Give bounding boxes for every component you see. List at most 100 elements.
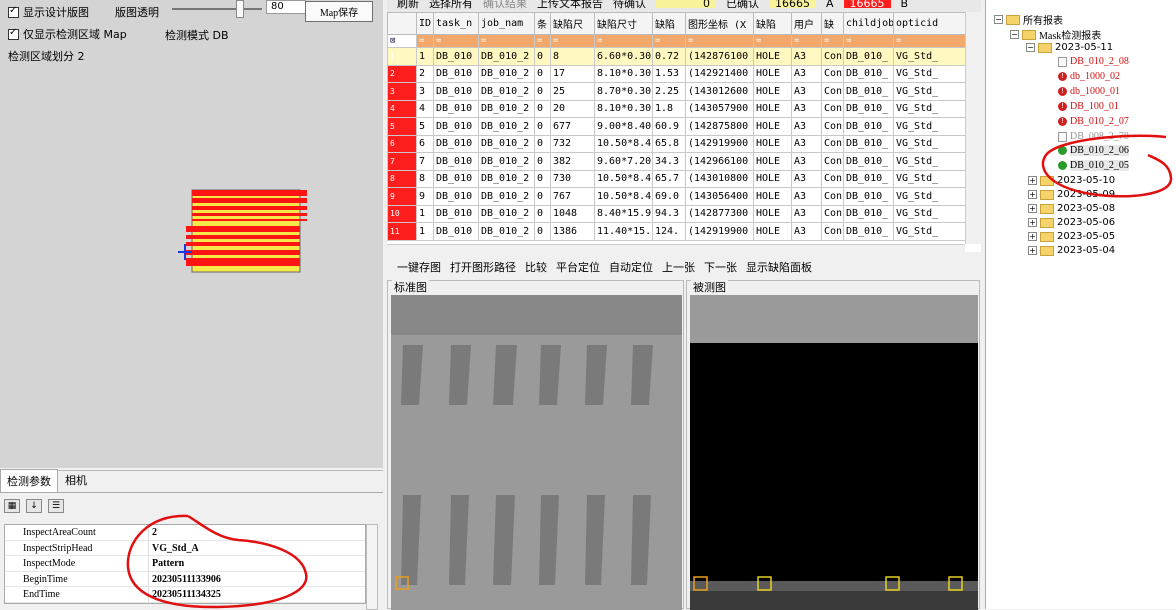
column-header[interactable]: 用户 — [791, 12, 822, 35]
property-scrollbar[interactable] — [366, 524, 378, 610]
table-cell[interactable]: VG_Std_ — [893, 117, 966, 136]
table-cell[interactable]: A3 — [791, 187, 822, 206]
table-cell[interactable]: Con — [821, 222, 844, 241]
table-cell[interactable]: HOLE — [753, 152, 792, 171]
filter-cell[interactable]: = — [685, 34, 754, 48]
table-cell[interactable]: 767 — [550, 187, 595, 206]
table-cell[interactable]: 25 — [550, 82, 595, 101]
table-cell[interactable]: 6 — [416, 134, 434, 153]
table-cell[interactable]: A3 — [791, 222, 822, 241]
column-header[interactable]: 图形坐标 (X — [685, 12, 754, 35]
table-cell[interactable]: Con — [821, 47, 844, 66]
table-cell[interactable]: DB_010 — [433, 82, 479, 101]
table-cell[interactable]: (142877300 — [685, 204, 754, 223]
table-cell[interactable]: 6.60*0.30 — [594, 47, 653, 66]
property-value[interactable]: 20230511134325 — [149, 587, 365, 602]
map-view-panel[interactable]: 显示设计版图 版图透明 80 Map保存 仅显示检测区域 Map 检测模式 DB… — [0, 0, 383, 468]
table-cell[interactable]: 1048 — [550, 204, 595, 223]
filter-cell[interactable]: = — [753, 34, 792, 48]
table-cell[interactable]: 8.10*0.30 — [594, 99, 653, 118]
table-horizontal-scrollbar[interactable] — [387, 244, 965, 252]
table-cell[interactable]: A3 — [791, 117, 822, 136]
row-header[interactable]: 4 — [387, 99, 417, 118]
table-cell[interactable]: 1386 — [550, 222, 595, 241]
table-cell[interactable]: DB_010_ — [843, 187, 894, 206]
table-cell[interactable]: VG_Std_ — [893, 222, 966, 241]
table-cell[interactable]: HOLE — [753, 222, 792, 241]
table-cell[interactable]: 0 — [534, 134, 551, 153]
tree-job-node[interactable]: ! DB_100_01 — [1058, 101, 1119, 112]
table-cell[interactable]: 0.72 — [652, 47, 686, 66]
table-cell[interactable]: HOLE — [753, 82, 792, 101]
measured-image[interactable] — [690, 295, 978, 610]
table-cell[interactable]: DB_010 — [433, 204, 479, 223]
table-cell[interactable]: DB_010_ — [843, 134, 894, 153]
table-cell[interactable]: 9 — [416, 187, 434, 206]
table-cell[interactable]: HOLE — [753, 47, 792, 66]
table-cell[interactable]: 0 — [534, 152, 551, 171]
table-cell[interactable]: DB_010_2 — [478, 169, 535, 188]
table-cell[interactable]: 8 — [416, 169, 434, 188]
column-header[interactable]: task_n — [433, 12, 479, 35]
table-row[interactable]: 11 1 DB_010 DB_010_2 0 1386 11.40*15. 124. (1429… — [387, 222, 966, 241]
filter-cell[interactable]: = — [652, 34, 686, 48]
property-row[interactable]: InspectMode Pattern — [5, 556, 365, 572]
table-cell[interactable]: 732 — [550, 134, 595, 153]
table-cell[interactable]: (143012600 — [685, 82, 754, 101]
table-cell[interactable]: A3 — [791, 99, 822, 118]
table-cell[interactable]: HOLE — [753, 134, 792, 153]
table-cell[interactable]: 3 — [416, 82, 434, 101]
row-header[interactable]: 9 — [387, 187, 417, 206]
table-cell[interactable]: 7 — [416, 152, 434, 171]
filter-cell[interactable]: = — [478, 34, 535, 48]
table-cell[interactable]: DB_010_2 — [478, 64, 535, 83]
property-pages-icon[interactable]: ☰ — [48, 499, 64, 513]
only-detect-area-toggle[interactable]: 仅显示检测区域 Map — [8, 26, 127, 42]
column-header[interactable]: 缺陷尺寸 — [594, 12, 653, 35]
table-cell[interactable]: 2 — [416, 64, 434, 83]
table-cell[interactable]: 10.50*8.4 — [594, 134, 653, 153]
tree-job-node[interactable]: DB_010_2_08 — [1058, 56, 1129, 67]
property-row[interactable]: InspectStripHead VG_Std_A — [5, 540, 365, 556]
table-cell[interactable]: DB_010_ — [843, 82, 894, 101]
row-header[interactable]: 3 — [387, 82, 417, 101]
table-cell[interactable]: 1.53 — [652, 64, 686, 83]
table-cell[interactable]: VG_Std_ — [893, 99, 966, 118]
table-cell[interactable]: 382 — [550, 152, 595, 171]
table-cell[interactable]: Con — [821, 187, 844, 206]
table-cell[interactable]: DB_010 — [433, 47, 479, 66]
filter-icon[interactable]: ⊠ — [387, 34, 417, 48]
table-cell[interactable]: 10.50*8.4 — [594, 169, 653, 188]
show-defect-panel-button[interactable]: 显示缺陷面板 — [746, 259, 812, 275]
table-cell[interactable]: 0 — [534, 99, 551, 118]
filter-cell[interactable]: = — [594, 34, 653, 48]
table-cell[interactable]: DB_010 — [433, 117, 479, 136]
column-header[interactable]: 缺陷 — [652, 12, 686, 35]
table-row[interactable]: 3 3 DB_010 DB_010_2 0 25 8.70*0.30 2.25 (1430126… — [387, 82, 966, 101]
tree-date-node[interactable]: +2023-05-05 — [1028, 231, 1115, 242]
filter-cell[interactable]: = — [416, 34, 434, 48]
column-header[interactable]: 条 — [534, 12, 551, 35]
table-cell[interactable]: DB_010_2 — [478, 187, 535, 206]
column-header[interactable]: ID — [416, 12, 434, 35]
table-cell[interactable]: 677 — [550, 117, 595, 136]
opacity-slider-track[interactable] — [172, 8, 262, 10]
property-value[interactable]: 2 — [149, 525, 365, 540]
table-cell[interactable]: A3 — [791, 82, 822, 101]
property-row[interactable]: InspectAreaCount 2 — [5, 525, 365, 541]
row-header[interactable]: 5 — [387, 117, 417, 136]
row-header[interactable]: 1 — [387, 47, 417, 66]
table-cell[interactable]: Con — [821, 64, 844, 83]
table-cell[interactable]: DB_010 — [433, 134, 479, 153]
table-cell[interactable]: 9.00*8.40 — [594, 117, 653, 136]
table-cell[interactable]: Con — [821, 82, 844, 101]
checkbox[interactable] — [8, 27, 19, 40]
tree-job-node[interactable]: ! db_1000_02 — [1058, 71, 1120, 82]
table-cell[interactable]: DB_010_2 — [478, 204, 535, 223]
standard-image[interactable] — [391, 295, 682, 610]
table-cell[interactable]: 69.0 — [652, 187, 686, 206]
table-cell[interactable]: A3 — [791, 204, 822, 223]
table-cell[interactable]: DB_010 — [433, 169, 479, 188]
tree-job-node[interactable]: ! DB_010_2_07 — [1058, 116, 1129, 127]
table-cell[interactable]: (142919900 — [685, 134, 754, 153]
